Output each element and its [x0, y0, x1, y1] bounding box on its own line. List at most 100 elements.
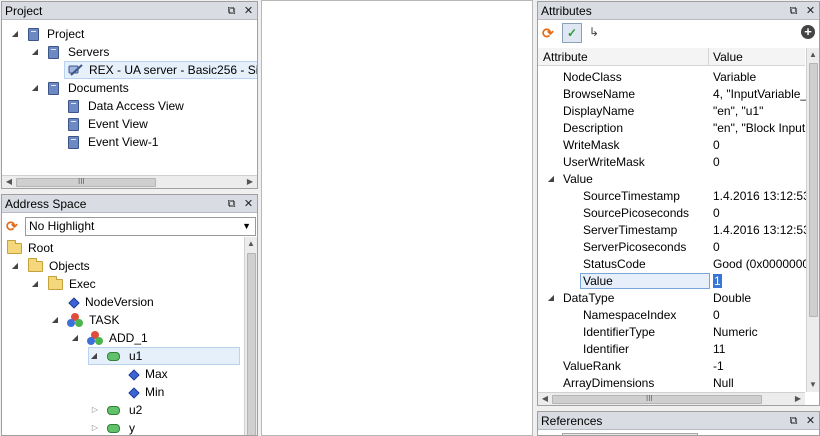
collapsed-arrow-icon[interactable]: ▷	[90, 401, 100, 419]
attributes-vscrollbar[interactable]: ▲ ▼	[806, 48, 819, 392]
scroll-right-icon[interactable]: ▶	[244, 176, 256, 188]
refresh-icon[interactable]: ⟳	[542, 25, 554, 41]
scroll-up-icon[interactable]: ▲	[245, 238, 257, 250]
tree-item-label: u1	[129, 349, 143, 363]
expanded-arrow-icon[interactable]: ◢	[30, 79, 40, 97]
attr-row[interactable]: DisplayName "en", "u1"	[538, 102, 806, 120]
close-icon[interactable]: ✕	[243, 2, 254, 20]
expanded-arrow-icon[interactable]: ◢	[546, 170, 556, 188]
close-icon[interactable]: ✕	[243, 195, 254, 213]
property-icon	[68, 297, 80, 309]
tree-item-label: NodeVersion	[85, 295, 154, 309]
column-header-value[interactable]: Value	[713, 48, 743, 66]
float-icon[interactable]: ⧉	[226, 2, 237, 20]
tree-item-label: u2	[129, 403, 143, 417]
folder-icon	[48, 276, 63, 290]
property-icon	[128, 369, 140, 381]
expanded-arrow-icon[interactable]: ◢	[10, 25, 20, 43]
add-icon[interactable]: +	[801, 25, 815, 39]
expanded-arrow-icon[interactable]: ◢	[50, 311, 60, 329]
tree-item-label: y	[129, 421, 135, 435]
scroll-left-icon[interactable]: ◀	[539, 393, 551, 405]
attr-value: -1	[713, 359, 724, 373]
chevron-down-icon[interactable]: ▼	[242, 218, 251, 235]
tree-item-u1[interactable]: ◢ u1	[88, 347, 240, 365]
highlight-select-value: No Highlight	[29, 219, 95, 233]
attr-row[interactable]: Description "en", "Block Input	[538, 119, 806, 137]
tree-item-label: ADD_1	[109, 331, 148, 345]
check-toggle-button[interactable]: ✓	[562, 23, 582, 43]
scroll-left-icon[interactable]: ◀	[3, 176, 15, 188]
scroll-thumb[interactable]	[809, 63, 818, 317]
attr-value-editor[interactable]: 1	[713, 274, 722, 288]
attr-name: ServerTimestamp	[583, 223, 678, 237]
variable-icon	[107, 424, 120, 433]
scroll-thumb[interactable]	[16, 178, 156, 187]
attributes-hscrollbar[interactable]: ◀ III ▶	[538, 392, 805, 405]
scroll-thumb[interactable]	[552, 395, 762, 404]
folder-icon	[28, 258, 43, 272]
expanded-arrow-icon[interactable]: ◢	[30, 275, 40, 293]
attr-row[interactable]: ServerTimestamp 1.4.2016 13:12:53.3	[538, 221, 806, 239]
tree-view-icon[interactable]: ↳	[589, 25, 599, 39]
close-icon[interactable]: ✕	[805, 412, 816, 430]
expanded-arrow-icon[interactable]: ◢	[70, 329, 80, 347]
tree-item-server-connection[interactable]: REX - UA server - Basic256 - Sign	[64, 61, 257, 79]
document-book-icon	[68, 118, 79, 131]
refresh-icon[interactable]: ⟳	[6, 218, 18, 234]
attr-value: "en", "u1"	[713, 104, 764, 118]
variable-icon	[107, 352, 120, 361]
address-space-vscrollbar[interactable]: ▲	[244, 237, 257, 435]
attr-row[interactable]: SourcePicoseconds 0	[538, 204, 806, 222]
attr-row[interactable]: NodeClass Variable	[538, 68, 806, 86]
scroll-grip: III	[78, 177, 85, 186]
highlight-select[interactable]: No Highlight ▼	[25, 217, 256, 236]
attr-value: 0	[713, 240, 720, 254]
attr-value: 0	[713, 206, 720, 220]
column-divider[interactable]	[708, 48, 709, 66]
attr-row[interactable]: Identifier 11	[538, 340, 806, 358]
attr-row[interactable]: BrowseName 4, "InputVariable_	[538, 85, 806, 103]
attr-row[interactable]: NamespaceIndex 0	[538, 306, 806, 324]
attr-name: Value	[583, 274, 613, 288]
expanded-arrow-icon[interactable]: ◢	[546, 289, 556, 307]
expanded-arrow-icon[interactable]: ◢	[10, 257, 20, 275]
float-icon[interactable]: ⧉	[226, 195, 237, 213]
close-icon[interactable]: ✕	[805, 2, 816, 20]
attr-row-selected[interactable]: Value 1	[538, 272, 806, 290]
scroll-thumb[interactable]	[247, 253, 256, 435]
attr-row[interactable]: ValueRank -1	[538, 357, 806, 375]
attr-row[interactable]: StatusCode Good (0x00000000	[538, 255, 806, 273]
tree-item-label: Objects	[49, 259, 90, 273]
float-icon[interactable]: ⧉	[788, 412, 799, 430]
project-hscrollbar[interactable]: ◀ III ▶	[2, 175, 257, 188]
expanded-arrow-icon[interactable]: ◢	[30, 43, 40, 61]
tree-item-label: Max	[145, 367, 168, 381]
tree-item-label: Root	[28, 241, 54, 255]
attributes-rows: NodeClass Variable BrowseName 4, "InputVar…	[538, 68, 806, 390]
attr-row[interactable]: UserWriteMask 0	[538, 153, 806, 171]
scroll-right-icon[interactable]: ▶	[792, 393, 804, 405]
attr-name: StatusCode	[583, 257, 646, 271]
attr-row-value-group[interactable]: ◢ Value	[538, 170, 806, 188]
attr-value: Double	[713, 291, 752, 305]
attr-name: DataType	[563, 291, 615, 305]
scroll-up-icon[interactable]: ▲	[807, 49, 819, 61]
attr-row[interactable]: ArrayDimensions Null	[538, 374, 806, 390]
attr-row[interactable]: IdentifierType Numeric	[538, 323, 806, 341]
attributes-panel: Attributes ⧉ ✕ ⟳ ✓ ↳ + Attribute Value N…	[537, 1, 820, 406]
attr-value: 1.4.2016 13:12:53.3	[713, 223, 806, 237]
object-icon	[67, 313, 83, 327]
expanded-arrow-icon[interactable]: ◢	[89, 347, 99, 365]
scroll-down-icon[interactable]: ▼	[807, 379, 819, 391]
attr-name: WriteMask	[563, 138, 620, 152]
attr-row[interactable]: WriteMask 0	[538, 136, 806, 154]
address-space-panel: Address Space ⧉ ✕ ⟳ No Highlight ▼ Root …	[1, 194, 258, 436]
collapsed-arrow-icon[interactable]: ▷	[90, 419, 100, 435]
attr-row[interactable]: SourceTimestamp 1.4.2016 13:12:53.0	[538, 187, 806, 205]
document-area[interactable]	[261, 0, 533, 436]
float-icon[interactable]: ⧉	[788, 2, 799, 20]
attr-row-datatype-group[interactable]: ◢ DataType Double	[538, 289, 806, 307]
column-header-attribute[interactable]: Attribute	[543, 48, 588, 66]
attr-row[interactable]: ServerPicoseconds 0	[538, 238, 806, 256]
